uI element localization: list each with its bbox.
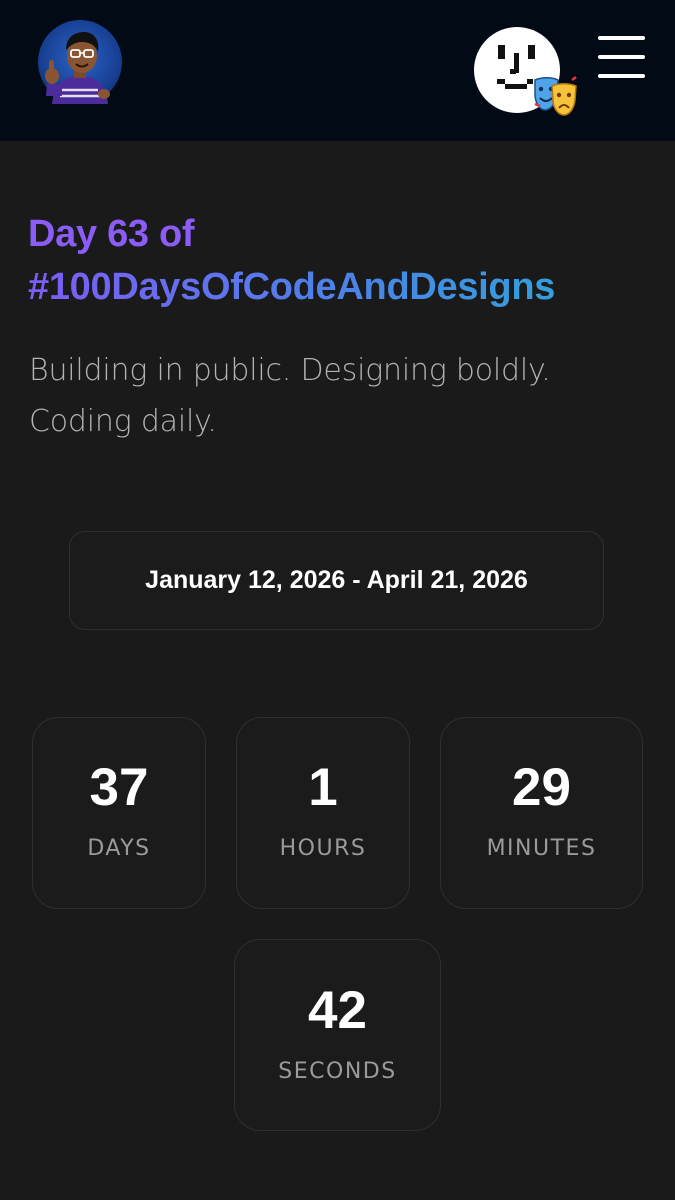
countdown-hours-value: 1 <box>308 758 338 817</box>
date-range-text: January 12, 2026 - April 21, 2026 <box>145 566 528 594</box>
menu-bar-top <box>598 36 645 40</box>
tagline-line-2: Coding daily. <box>29 404 217 439</box>
tagline-line-1: Building in public. Designing boldly. <box>29 353 551 388</box>
countdown-days-label: DAYS <box>87 836 151 861</box>
theater-masks-icon <box>534 76 577 116</box>
menu-bar-bottom <box>598 74 645 78</box>
countdown-seconds-label: SECONDS <box>278 1059 397 1084</box>
countdown-minutes-card: 29 MINUTES <box>440 717 643 909</box>
hamburger-menu-icon[interactable] <box>598 36 646 80</box>
top-header <box>0 0 675 142</box>
countdown-hours-card: 1 HOURS <box>236 717 410 909</box>
page-title: Day 63 of #100DaysOfCodeAndDesigns <box>28 208 658 314</box>
countdown-days-value: 37 <box>89 758 149 817</box>
countdown-seconds-card: 42 SECONDS <box>234 939 441 1131</box>
menu-bar-middle <box>598 55 645 59</box>
title-day-counter: Day 63 of <box>28 213 195 255</box>
countdown-seconds-value: 42 <box>308 981 367 1040</box>
date-range-box: January 12, 2026 - April 21, 2026 <box>69 531 604 630</box>
title-challenge-hashtag: #100DaysOfCodeAndDesigns <box>28 261 658 314</box>
countdown-days-card: 37 DAYS <box>32 717 206 909</box>
countdown-minutes-label: MINUTES <box>486 836 597 861</box>
countdown-hours-label: HOURS <box>279 836 367 861</box>
developer-avatar-logo-icon[interactable] <box>38 20 122 104</box>
tagline: Building in public. Designing boldly. Co… <box>29 345 649 447</box>
countdown-minutes-value: 29 <box>512 758 571 817</box>
